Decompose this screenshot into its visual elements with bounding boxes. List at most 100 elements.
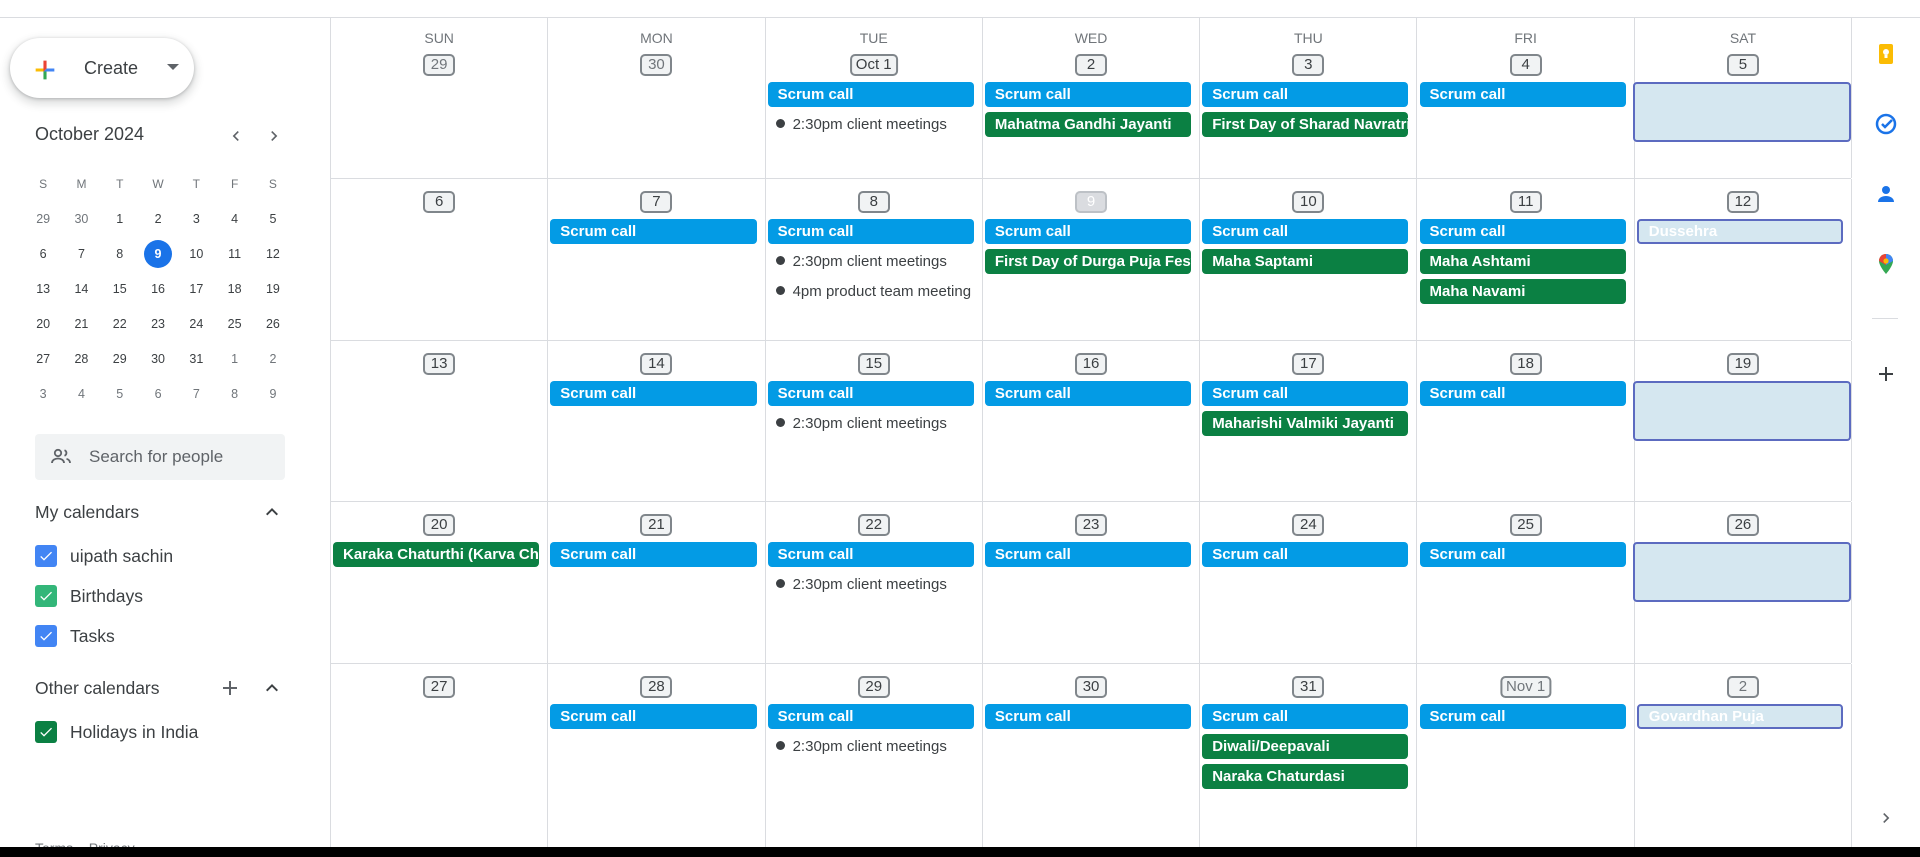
day-cell[interactable]: 26 [1632, 502, 1853, 663]
mini-calendar-day[interactable]: 21 [62, 310, 100, 338]
day-cell[interactable]: 6 [331, 179, 549, 340]
event-chip[interactable]: Scrum call [1419, 82, 1626, 107]
mini-calendar-day[interactable]: 27 [24, 345, 62, 373]
day-cell[interactable]: 31 Scrum call Diwali/Deepavali Naraka Chatu… [1200, 664, 1418, 847]
event-chip[interactable]: Scrum call [1202, 704, 1409, 729]
create-button[interactable]: Create [10, 38, 194, 98]
day-number-button[interactable]: 5 [1726, 54, 1759, 76]
expand-panel-icon[interactable] [1872, 804, 1900, 832]
day-number-button[interactable]: 18 [1509, 353, 1542, 375]
day-number-button[interactable]: 31 [1292, 676, 1325, 698]
mini-calendar-day[interactable]: 5 [101, 380, 139, 408]
mini-calendar-day[interactable]: 25 [215, 310, 253, 338]
day-number-button[interactable]: 26 [1726, 514, 1759, 536]
event-chip[interactable]: Scrum call [1419, 704, 1626, 729]
checkbox-checked-icon[interactable] [35, 721, 57, 743]
mini-calendar-day[interactable]: 26 [254, 310, 292, 338]
mini-calendar-day[interactable]: 6 [24, 240, 62, 268]
event-chip[interactable]: Scrum call [1419, 381, 1626, 406]
day-number-button[interactable]: 25 [1509, 514, 1542, 536]
day-cell[interactable]: 11 Scrum call Maha Ashtami Maha Navami [1418, 179, 1635, 340]
event-chip[interactable]: Scrum call [984, 219, 1192, 244]
day-number-button[interactable]: 7 [640, 191, 673, 213]
mini-calendar-day[interactable]: 7 [62, 240, 100, 268]
day-cell[interactable]: 16 Scrum call [983, 341, 1201, 501]
checkbox-checked-icon[interactable] [35, 545, 57, 567]
mini-calendar-day[interactable]: 6 [139, 380, 177, 408]
event-chip[interactable]: Govardhan Puja [1636, 704, 1844, 729]
event-chip[interactable]: Scrum call [984, 381, 1192, 406]
event-chip[interactable]: Scrum call [1419, 219, 1626, 244]
prev-month-button[interactable] [222, 122, 250, 150]
day-cell[interactable]: 21 Scrum call [548, 502, 766, 663]
day-number-button[interactable]: 23 [1075, 514, 1108, 536]
event-chip[interactable]: Scrum call [1202, 82, 1409, 107]
mini-calendar-day[interactable]: 29 [101, 345, 139, 373]
day-cell[interactable]: 13 [331, 341, 549, 501]
event-chip[interactable]: Scrum call [984, 704, 1192, 729]
calendar-list-item[interactable]: Tasks [35, 623, 115, 649]
mini-calendar-day[interactable]: 5 [254, 205, 292, 233]
keep-icon[interactable] [1872, 40, 1900, 68]
day-number-button[interactable]: Oct 1 [849, 54, 898, 76]
calendar-list-item[interactable]: uipath sachin [35, 543, 173, 569]
timed-event[interactable]: 2:30pm client meetings [775, 112, 978, 137]
day-cell[interactable]: 17 Scrum call Maharishi Valmiki Jayanti [1200, 341, 1418, 501]
holiday-event-chip[interactable]: Maha Ashtami [1419, 249, 1626, 274]
day-number-button[interactable]: 28 [640, 676, 673, 698]
event-chip[interactable]: Scrum call [1202, 542, 1409, 567]
mini-calendar-day[interactable]: 4 [215, 205, 253, 233]
day-number-button[interactable]: 14 [640, 353, 673, 375]
mini-calendar-day[interactable]: 1 [101, 205, 139, 233]
day-cell[interactable]: 27 [331, 664, 549, 847]
day-number-button[interactable]: 2 [1726, 676, 1759, 698]
mini-calendar-day[interactable]: 8 [215, 380, 253, 408]
holiday-event-chip[interactable]: Diwali/Deepavali [1202, 734, 1409, 759]
day-number-button[interactable]: 19 [1726, 353, 1759, 375]
day-cell[interactable]: 2 Govardhan Puja [1635, 664, 1853, 847]
event-chip[interactable]: Scrum call [550, 219, 757, 244]
mini-calendar-day[interactable]: 31 [177, 345, 215, 373]
event-chip[interactable]: Scrum call [984, 82, 1192, 107]
mini-calendar-day[interactable]: 24 [177, 310, 215, 338]
chevron-up-icon[interactable] [260, 500, 284, 524]
event-block[interactable] [1632, 381, 1852, 441]
mini-calendar-day[interactable]: 20 [24, 310, 62, 338]
day-cell[interactable]: 9 Scrum call First Day of Durga Puja Festi… [983, 179, 1201, 340]
mini-calendar-day[interactable]: 16 [139, 275, 177, 303]
mini-calendar-day[interactable]: 17 [177, 275, 215, 303]
day-cell[interactable]: THU 3 Scrum call First Day of Sharad Navrat… [1200, 18, 1418, 178]
day-number-button[interactable]: 21 [640, 514, 673, 536]
day-cell[interactable]: 23 Scrum call [983, 502, 1201, 663]
day-number-button[interactable]: 16 [1075, 353, 1108, 375]
event-chip[interactable]: Scrum call [767, 82, 974, 107]
holiday-event-chip[interactable]: First Day of Sharad Navratri [1202, 112, 1409, 137]
day-number-button[interactable]: 20 [423, 514, 456, 536]
mini-calendar-day[interactable]: 2 [254, 345, 292, 373]
day-cell[interactable]: TUE Oct 1 Scrum call 2:30pm client meetings [766, 18, 983, 178]
event-chip[interactable]: Scrum call [550, 381, 757, 406]
contacts-icon[interactable] [1872, 180, 1900, 208]
timed-event[interactable]: 2:30pm client meetings [775, 734, 978, 759]
mini-calendar-day[interactable]: 14 [62, 275, 100, 303]
day-cell[interactable]: WED 2 Scrum call Mahatma Gandhi Jayanti [983, 18, 1201, 178]
timed-event[interactable]: 2:30pm client meetings [775, 411, 978, 436]
add-addon-icon[interactable] [1872, 360, 1900, 388]
mini-calendar-day[interactable]: 10 [177, 240, 215, 268]
mini-calendar-day[interactable]: 30 [62, 205, 100, 233]
holiday-event-chip[interactable]: Maha Saptami [1202, 249, 1409, 274]
day-number-button[interactable]: 2 [1075, 54, 1108, 76]
day-cell[interactable]: 19 [1632, 341, 1853, 501]
event-chip[interactable]: Scrum call [1202, 381, 1409, 406]
mini-calendar-day[interactable]: 3 [24, 380, 62, 408]
mini-calendar-day[interactable]: 9 [139, 239, 177, 268]
mini-calendar-day[interactable]: 3 [177, 205, 215, 233]
holiday-event-chip[interactable]: Maharishi Valmiki Jayanti [1202, 411, 1409, 436]
day-cell[interactable]: 7 Scrum call [548, 179, 766, 340]
mini-calendar-day[interactable]: 23 [139, 310, 177, 338]
holiday-event-chip[interactable]: Mahatma Gandhi Jayanti [984, 112, 1192, 137]
add-other-calendar-icon[interactable] [218, 676, 242, 700]
event-chip[interactable]: Dussehra [1636, 219, 1844, 244]
day-cell[interactable]: SAT 5 [1632, 18, 1853, 178]
day-cell[interactable]: MON 30 [548, 18, 766, 178]
